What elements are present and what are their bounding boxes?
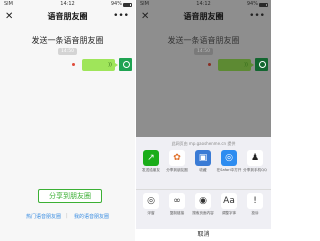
share-moments-button[interactable]: ✿ 分享到朋友圈: [164, 150, 190, 173]
favorite-button[interactable]: ▣ 收藏: [190, 150, 216, 173]
actions-row: ◎ 浮窗 ∞ 复制链接 ◉ 搜索页面内容 Aa 调整字体 ! 投诉: [136, 189, 271, 224]
message-time: 14:50: [58, 48, 77, 55]
left-screen: SIM 14:12 94% ✕ 语音朋友圈 ••• 发送一条语音朋友圈 14:5…: [0, 0, 135, 241]
status-bar: SIM 14:12 94%: [136, 0, 271, 9]
font-size-label: 调整字体: [221, 211, 237, 215]
unread-dot: [72, 63, 75, 66]
float-window-icon: ◎: [143, 193, 159, 209]
complain-button[interactable]: ! 投诉: [242, 193, 268, 216]
favorite-icon: ▣: [195, 150, 211, 166]
heading: 发送一条语音朋友圈: [167, 36, 240, 45]
voice-bubble: )): [218, 59, 254, 71]
source-notice: 此网页由 mp.gaoshenme.cn 提供: [171, 141, 236, 146]
avatar[interactable]: [119, 58, 132, 71]
search-page-label: 搜索页面内容: [192, 211, 214, 215]
more-icon[interactable]: •••: [113, 10, 129, 22]
share-friend-label: 发送给朋友: [142, 168, 160, 172]
open-safari-button[interactable]: ◎ 在Safari中打开: [216, 150, 242, 173]
battery-icon: [123, 3, 132, 7]
share-qq-button[interactable]: ♟ 分享到手机QQ: [242, 150, 268, 173]
right-screen: SIM 14:12 94% ✕ 语音朋友圈 ••• 发送一条语音朋友圈 14:5…: [136, 0, 271, 241]
font-size-icon: Aa: [221, 193, 237, 209]
more-icon[interactable]: •••: [249, 10, 265, 22]
voice-message: )): [196, 58, 271, 72]
share-moments-label: 分享到朋友圈: [166, 168, 188, 172]
moments-icon: ✿: [169, 150, 185, 166]
share-targets-row: ↗ 发送给朋友 ✿ 分享到朋友圈 ▣ 收藏 ◎ 在Safari中打开 ♟ 分享到…: [136, 150, 271, 185]
complain-icon: !: [247, 193, 263, 209]
voice-wave-icon: )): [244, 62, 248, 68]
nav-bar: ✕ 语音朋友圈 •••: [136, 9, 271, 25]
share-qq-label: 分享到手机QQ: [243, 168, 267, 172]
message-time: 14:50: [194, 48, 213, 55]
cancel-button[interactable]: 取消: [136, 229, 271, 241]
favorite-label: 收藏: [199, 168, 207, 172]
share-friend-icon: ↗: [143, 150, 159, 166]
safari-icon: ◎: [221, 150, 237, 166]
copy-link-label: 复制链接: [169, 211, 185, 215]
status-bar: SIM 14:12 94%: [0, 0, 135, 9]
share-to-moments-button[interactable]: 分享到朋友圈: [38, 189, 102, 203]
search-page-icon: ◉: [195, 193, 211, 209]
nav-bar: ✕ 语音朋友圈 •••: [0, 9, 135, 25]
search-page-button[interactable]: ◉ 搜索页面内容: [190, 193, 216, 216]
battery-percent: 94%: [110, 1, 122, 7]
battery-icon: [259, 3, 268, 7]
copy-link-button[interactable]: ∞ 复制链接: [164, 193, 190, 216]
float-window-label: 浮窗: [147, 211, 155, 215]
share-friend-button[interactable]: ↗ 发送给朋友: [138, 150, 164, 173]
link-separator: |: [66, 213, 68, 219]
avatar: [255, 58, 268, 71]
float-window-button[interactable]: ◎ 浮窗: [138, 193, 164, 216]
my-voice-link[interactable]: 我的语音朋友圈: [74, 213, 109, 220]
heading: 发送一条语音朋友圈: [31, 36, 104, 45]
qq-icon: ♟: [247, 150, 263, 166]
battery-percent: 94%: [246, 1, 258, 7]
complain-label: 投诉: [251, 211, 259, 215]
open-safari-label: 在Safari中打开: [216, 168, 242, 172]
voice-wave-icon: )): [108, 62, 112, 68]
unread-dot: [208, 63, 211, 66]
hot-voice-link[interactable]: 热门语音朋友圈: [26, 213, 61, 220]
voice-bubble[interactable]: )): [82, 59, 118, 71]
link-icon: ∞: [169, 193, 185, 209]
share-sheet: 此网页由 mp.gaoshenme.cn 提供 ↗ 发送给朋友 ✿ 分享到朋友圈…: [136, 137, 271, 241]
font-size-button[interactable]: Aa 调整字体: [216, 193, 242, 216]
voice-message: )): [60, 58, 135, 72]
